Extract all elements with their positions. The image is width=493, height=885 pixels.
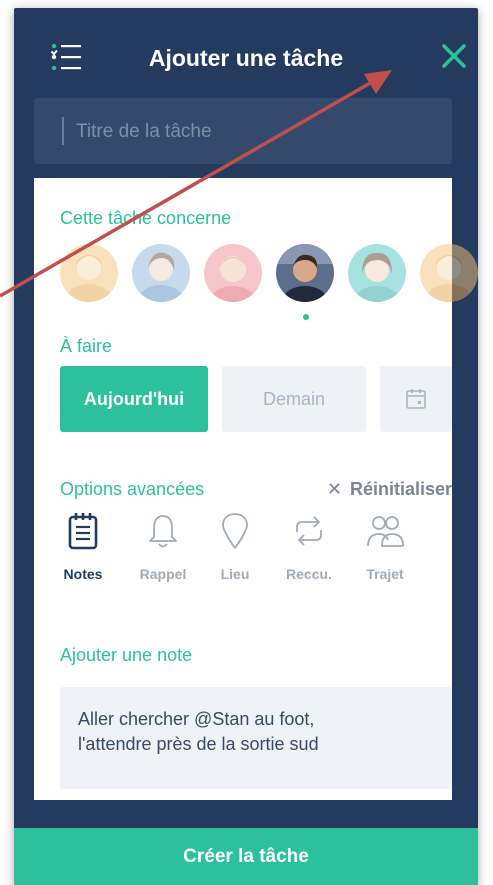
option-notes[interactable]: Notes <box>46 512 120 582</box>
note-line-2: l'attendre près de la sortie sud <box>78 734 319 754</box>
option-label: Trajet <box>366 566 404 582</box>
text-cursor <box>62 117 64 145</box>
header: Ajouter une tâche <box>14 8 478 108</box>
create-task-button[interactable]: Créer la tâche <box>14 828 478 885</box>
reset-button[interactable]: ✕ Réinitialiser <box>327 479 452 500</box>
page-title: Ajouter une tâche <box>148 45 344 71</box>
note-textarea[interactable]: Aller chercher @Stan au foot, l'attendre… <box>60 687 452 789</box>
avatar-selected[interactable] <box>276 244 334 302</box>
avatar[interactable] <box>132 244 190 302</box>
option-label: Rappel <box>139 566 187 582</box>
calendar-button[interactable] <box>380 366 452 432</box>
assignee-label: Cette tâche concerne <box>60 208 232 228</box>
today-button[interactable]: Aujourd'hui <box>60 366 208 432</box>
avatar[interactable] <box>348 244 406 302</box>
close-icon[interactable] <box>436 38 472 74</box>
reset-x-icon: ✕ <box>326 479 342 499</box>
option-reminder[interactable]: Rappel <box>126 512 200 582</box>
todo-label: À faire <box>60 336 113 356</box>
option-recurrence[interactable]: Reccu. <box>272 512 346 582</box>
reset-label: Réinitialiser <box>349 479 452 499</box>
option-location[interactable]: Lieu <box>198 512 272 582</box>
notepad-icon <box>68 513 98 550</box>
location-pin-icon <box>222 513 248 549</box>
people-icon <box>367 516 404 547</box>
tomorrow-button[interactable]: Demain <box>222 366 366 432</box>
option-label: Lieu <box>220 566 250 582</box>
avatar[interactable] <box>420 244 478 302</box>
option-trip[interactable]: Trajet <box>348 512 422 582</box>
calendar-icon <box>406 389 426 409</box>
selection-indicator <box>303 314 309 320</box>
phone-screen: Ajouter une tâche Cette tâche concerne <box>14 8 478 885</box>
repeat-icon <box>296 516 322 546</box>
task-form-card: Cette tâche concerne À faire Aujourd'hui… <box>34 178 478 800</box>
option-label: Notes <box>63 566 103 582</box>
advanced-options-label: Options avancées <box>60 479 205 499</box>
task-title-field[interactable] <box>34 98 452 164</box>
bell-icon <box>149 515 177 548</box>
note-line-1: Aller chercher @Stan au foot, <box>78 709 315 729</box>
avatar-row <box>60 244 478 320</box>
task-title-input[interactable] <box>74 112 438 152</box>
avatar[interactable] <box>60 244 118 302</box>
add-note-label: Ajouter une note <box>60 645 193 665</box>
avatar[interactable] <box>204 244 262 302</box>
option-label: Reccu. <box>286 566 332 582</box>
